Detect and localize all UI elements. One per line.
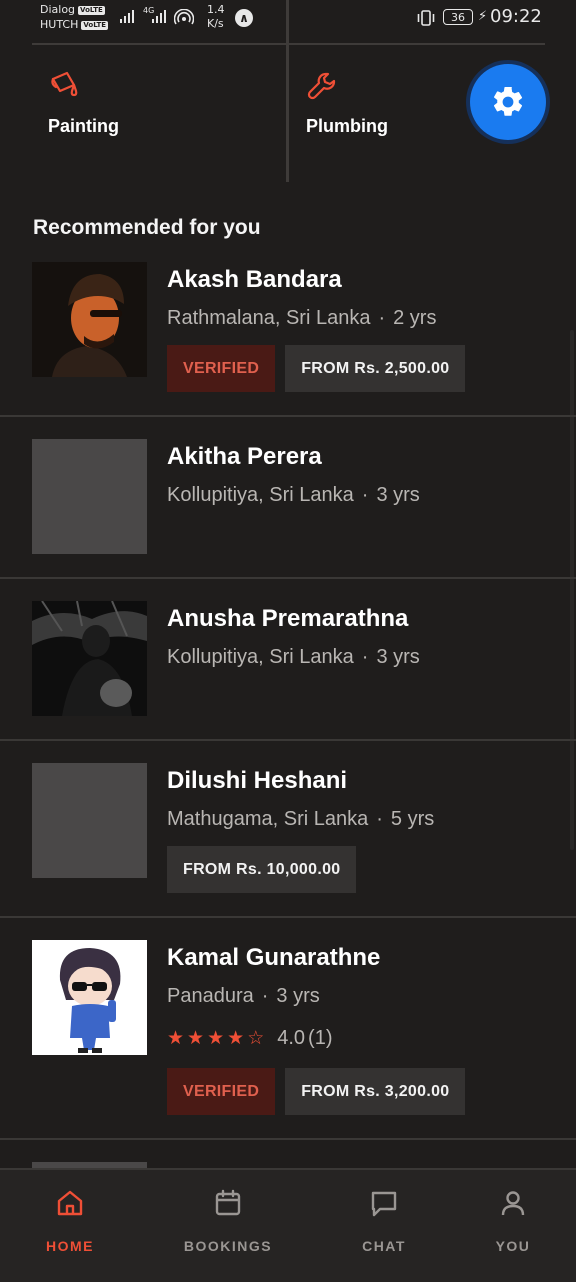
nav-label: HOME: [46, 1238, 94, 1254]
settings-fab-button[interactable]: [470, 64, 546, 140]
user-icon: [501, 1191, 525, 1216]
category-label: Painting: [48, 116, 119, 136]
provider-location: Kollupitiya, Sri Lanka: [167, 484, 354, 506]
provider-location: Rathmalana, Sri Lanka: [167, 307, 371, 329]
net-speed: 1.4 K/s: [207, 3, 225, 30]
rating: ★ ★ ★ ★ ☆ 4.0 (1): [167, 1027, 333, 1050]
provider-experience: 5 yrs: [390, 808, 435, 830]
divider: [0, 415, 576, 417]
nav-home[interactable]: HOME: [10, 1170, 130, 1254]
provider-card[interactable]: Kamal Gunarathne Panadura · 3 yrs ★ ★ ★ ★ …: [0, 940, 576, 1138]
charging-icon: ⚡: [478, 9, 488, 24]
nav-you[interactable]: YOU: [453, 1170, 573, 1254]
carrier-1: Dialog: [40, 3, 76, 16]
nav-bookings[interactable]: BOOKINGS: [168, 1170, 288, 1254]
bottom-navigation: HOME BOOKINGS CHAT YOU: [0, 1168, 576, 1282]
category-painting[interactable]: Painting: [48, 70, 119, 137]
hotspot-icon: [174, 9, 194, 25]
provider-experience: 3 yrs: [376, 646, 420, 668]
provider-experience: 3 yrs: [276, 985, 320, 1007]
signal-icon-2: [152, 10, 166, 23]
provider-name: Anusha Premarathna: [167, 605, 409, 632]
nav-label: YOU: [495, 1238, 531, 1254]
avatar-placeholder: [32, 439, 147, 554]
provider-name: Kamal Gunarathne: [167, 944, 381, 971]
star-outline-icon: ☆: [247, 1027, 265, 1049]
provider-location: Mathugama, Sri Lanka: [167, 808, 369, 830]
rating-count: (1): [308, 1027, 333, 1049]
star-filled-icon: ★: [207, 1027, 225, 1049]
price-badge: FROM Rs. 10,000.00: [167, 846, 357, 893]
home-icon: [57, 1190, 83, 1216]
provider-location: Panadura: [167, 985, 254, 1007]
paint-bucket-icon: [51, 71, 78, 97]
divider: [0, 739, 576, 741]
divider: [0, 916, 576, 918]
category-label: Plumbing: [306, 116, 388, 136]
verified-badge: VERIFIED: [167, 1068, 276, 1115]
divider: [0, 577, 576, 579]
provider-name: Dilushi Heshani: [167, 767, 348, 794]
provider-card[interactable]: Dilushi Heshani Mathugama, Sri Lanka · 5 y…: [0, 763, 576, 916]
provider-card[interactable]: Anusha Premarathna Kollupitiya, Sri Lank…: [0, 601, 576, 739]
grid-divider-vertical: [286, 0, 289, 182]
provider-card[interactable]: Akitha Perera Kollupitiya, Sri Lanka · 3 y…: [0, 439, 576, 577]
provider-experience: 2 yrs: [393, 307, 437, 329]
star-filled-icon: ★: [227, 1027, 245, 1049]
badge-group: VERIFIED FROM Rs. 2,500.00: [167, 345, 466, 392]
nav-label: BOOKINGS: [183, 1238, 273, 1254]
chat-icon: [371, 1191, 397, 1217]
provider-name: Akash Bandara: [167, 266, 342, 293]
star-filled-icon: ★: [187, 1027, 205, 1049]
badge-group: FROM Rs. 10,000.00: [167, 846, 357, 893]
wrench-icon: [307, 72, 336, 100]
navigation-indicator-icon: ∧: [235, 9, 253, 27]
rating-value: 4.0: [277, 1027, 306, 1049]
signal-icon-1: [120, 10, 134, 23]
verified-badge: VERIFIED: [167, 345, 276, 392]
price-badge: FROM Rs. 3,200.00: [285, 1068, 466, 1115]
nav-chat[interactable]: CHAT: [324, 1170, 444, 1254]
carrier-info: Dialog VoLTE HUTCH VoLTE: [40, 2, 109, 32]
battery-indicator: 36: [443, 9, 473, 25]
provider-meta: Panadura · 3 yrs: [167, 985, 320, 1007]
provider-meta: Kollupitiya, Sri Lanka · 3 yrs: [167, 484, 420, 506]
carrier-2: HUTCH: [40, 18, 79, 31]
divider: [0, 1138, 576, 1140]
avatar-placeholder: [32, 763, 147, 878]
provider-name: Akitha Perera: [167, 443, 322, 470]
nav-label: CHAT: [362, 1238, 406, 1254]
badge-group: VERIFIED FROM Rs. 3,200.00: [167, 1068, 466, 1115]
vibrate-icon: [417, 10, 435, 26]
avatar: [32, 940, 147, 1055]
volte-badge-2: VoLTE: [81, 20, 109, 30]
provider-meta: Kollupitiya, Sri Lanka · 3 yrs: [167, 646, 420, 668]
volte-badge-1: VoLTE: [78, 5, 105, 15]
category-plumbing[interactable]: Plumbing: [306, 70, 388, 137]
section-title: Recommended for you: [33, 216, 261, 239]
avatar: [32, 601, 147, 716]
provider-experience: 3 yrs: [376, 484, 420, 506]
provider-meta: Mathugama, Sri Lanka · 5 yrs: [167, 808, 435, 830]
provider-location: Kollupitiya, Sri Lanka: [167, 646, 354, 668]
calendar-icon: [215, 1189, 241, 1216]
gear-icon: [493, 86, 523, 116]
avatar: [32, 262, 147, 377]
provider-card[interactable]: Akash Bandara Rathmalana, Sri Lanka · 2 yr…: [0, 262, 576, 415]
star-filled-icon: ★: [167, 1027, 185, 1049]
clock: 09:22: [490, 6, 542, 27]
provider-meta: Rathmalana, Sri Lanka · 2 yrs: [167, 307, 437, 329]
price-badge: FROM Rs. 2,500.00: [285, 345, 466, 392]
